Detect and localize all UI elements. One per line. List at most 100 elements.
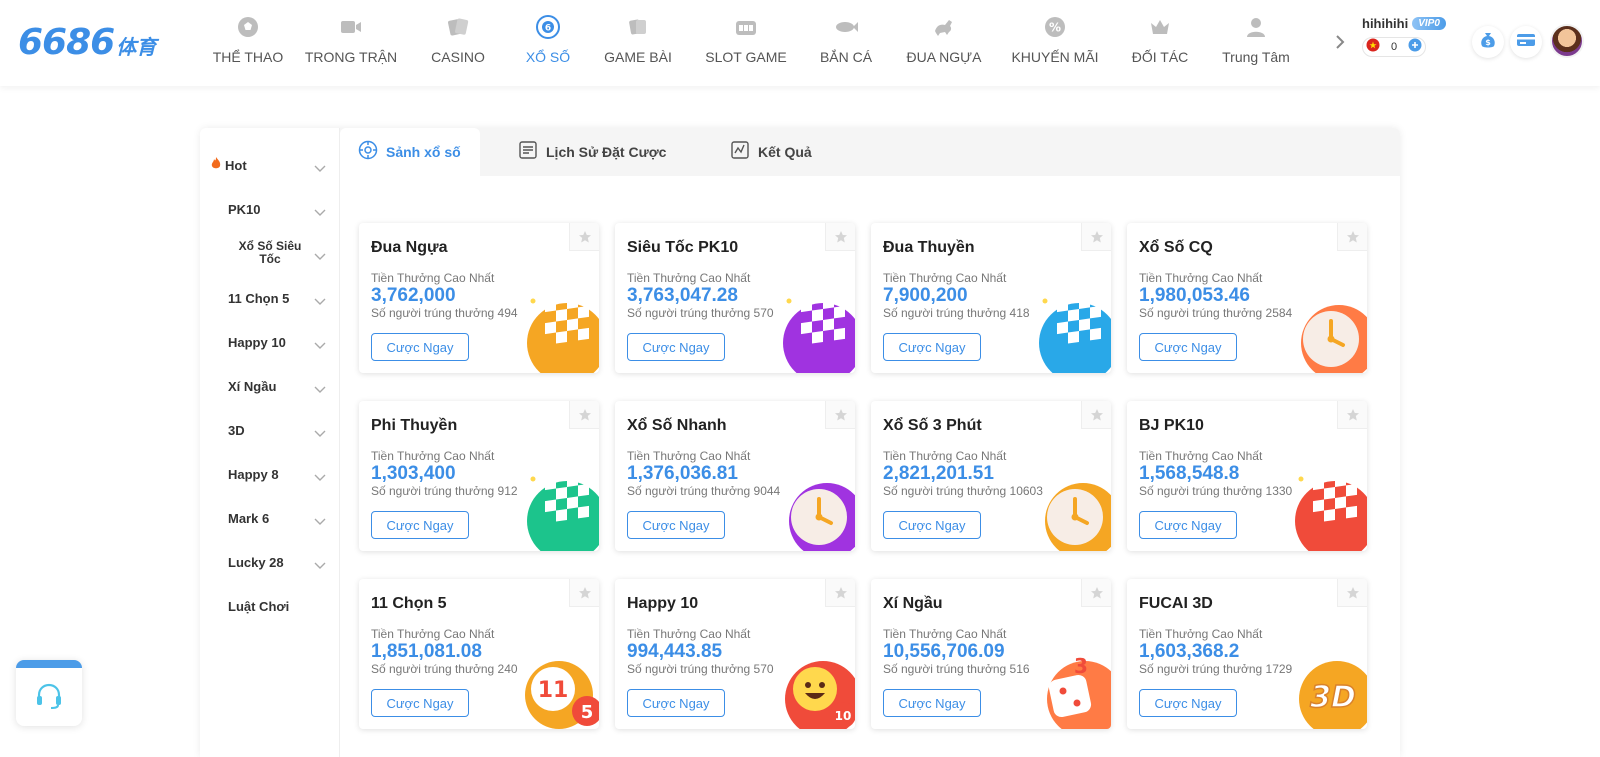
star-icon [1346, 586, 1359, 598]
favorite-star-button[interactable] [1337, 223, 1367, 251]
game-card[interactable]: 3D FUCAI 3D Tiền Thưởng Cao Nhất 1,603,368.… [1127, 579, 1367, 729]
sidebar-item-hot[interactable]: Hot [200, 145, 340, 185]
sidebar-item-11-chon-5[interactable]: 11 Chọn 5 [200, 278, 340, 318]
user-center-icon [1242, 13, 1270, 41]
chevron-down-icon [314, 469, 326, 487]
bet-now-button[interactable]: Cược Ngay [1139, 511, 1237, 539]
favorite-star-button[interactable] [1081, 223, 1111, 251]
prize-label: Tiền Thưởng Cao Nhất [883, 271, 1007, 285]
game-card[interactable]: Xổ Số Nhanh Tiền Thưởng Cao Nhất 1,376,036… [615, 401, 855, 551]
prize-label: Tiền Thưởng Cao Nhất [627, 271, 751, 285]
favorite-star-button[interactable] [825, 223, 855, 251]
slot-machine-icon [732, 13, 760, 41]
star-icon [578, 586, 591, 598]
tab-lich-su-dat-cuoc[interactable]: Lịch Sử Đặt Cược [518, 128, 688, 176]
nav-label: ĐUA NGỰA [906, 49, 982, 65]
tab-ket-qua[interactable]: Kết Quả [730, 128, 840, 176]
bet-now-button[interactable]: Cược Ngay [371, 511, 469, 539]
promo-percent-icon: % [1041, 13, 1069, 41]
sidebar-item-xo-so-sieu-toc[interactable]: Xổ Số Siêu Tốc [200, 233, 340, 273]
chevron-down-icon [314, 381, 326, 399]
winners-count: Số người trúng thưởng 1330 [1139, 484, 1293, 498]
prize-amount: 1,980,053.46 [1139, 285, 1250, 306]
tab-sanh-xo-so[interactable]: Sảnh xổ số [340, 128, 480, 176]
winners-count: Số người trúng thưởng 10603 [883, 484, 1043, 498]
nav-label: SLOT GAME [705, 49, 787, 65]
prize-label: Tiền Thưởng Cao Nhất [371, 271, 495, 285]
nav-item-doi-tac[interactable]: ĐỐI TÁC [1112, 0, 1208, 86]
category-sidebar: Hot PK10 Xổ Số Siêu Tốc 11 Chọn 5 Happy … [200, 128, 340, 757]
sidebar-item-lucky-28[interactable]: Lucky 28 [200, 542, 340, 582]
favorite-star-button[interactable] [569, 223, 599, 251]
sidebar-item-luat-choi[interactable]: Luật Chơi [200, 586, 340, 626]
user-avatar[interactable] [1550, 24, 1584, 58]
headset-icon [33, 680, 65, 717]
winners-count: Số người trúng thưởng 240 [371, 662, 518, 676]
customer-support-button[interactable] [16, 660, 82, 726]
nav-item-game-bai[interactable]: GAME BÀI [586, 0, 690, 86]
bet-now-button[interactable]: Cược Ngay [627, 689, 725, 717]
bet-now-button[interactable]: Cược Ngay [371, 333, 469, 361]
sidebar-item-happy-8[interactable]: Happy 8 [200, 454, 340, 494]
bet-now-button[interactable]: Cược Ngay [1139, 333, 1237, 361]
favorite-star-button[interactable] [825, 579, 855, 607]
favorite-star-button[interactable] [1337, 401, 1367, 429]
sidebar-item-mark-6[interactable]: Mark 6 [200, 498, 340, 538]
game-card[interactable]: 10 Happy 10 Tiền Thưởng Cao Nhất 994,443.85… [615, 579, 855, 729]
winners-count: Số người trúng thưởng 912 [371, 484, 518, 498]
nav-item-ban-ca[interactable]: BẮN CÁ [802, 0, 890, 86]
clock-icon [789, 483, 855, 551]
sidebar-item-label: Xổ Số Siêu Tốc [238, 239, 302, 266]
nav-item-dua-ngua[interactable]: ĐUA NGỰA [890, 0, 998, 86]
sidebar-item-3d[interactable]: 3D [200, 410, 340, 450]
sidebar-item-label: Mark 6 [228, 510, 270, 526]
favorite-star-button[interactable] [1337, 579, 1367, 607]
wallet-card-button[interactable] [1510, 26, 1542, 58]
game-card[interactable]: BJ PK10 Tiền Thưởng Cao Nhất 1,568,548.8 Số… [1127, 401, 1367, 551]
nav-item-trong-tran[interactable]: TRONG TRẬN [296, 0, 406, 86]
game-card[interactable]: Xổ Số 3 Phút Tiền Thưởng Cao Nhất 2,821,20… [871, 401, 1111, 551]
bet-now-button[interactable]: Cược Ngay [627, 511, 725, 539]
cards-icon [444, 13, 472, 41]
money-bag-button[interactable]: $ [1472, 26, 1504, 58]
plus-circle-icon[interactable] [1408, 38, 1422, 57]
nav-item-slot-game[interactable]: SLOT GAME [690, 0, 802, 86]
crown-icon [1146, 13, 1174, 41]
sidebar-item-happy-10[interactable]: Happy 10 [200, 322, 340, 362]
bet-now-button[interactable]: Cược Ngay [371, 689, 469, 717]
game-card[interactable]: 3 Xí Ngầu Tiền Thưởng Cao Nhất 10,556,706.0… [871, 579, 1111, 729]
nav-item-trung-tam[interactable]: Trung Tâm [1208, 0, 1304, 86]
favorite-star-button[interactable] [825, 401, 855, 429]
nav-item-the-thao[interactable]: THỂ THAO [200, 0, 296, 86]
chevron-right-icon[interactable] [1330, 30, 1350, 54]
nav-item-khuyen-mai[interactable]: % KHUYẾN MÃI [998, 0, 1112, 86]
favorite-star-button[interactable] [1081, 579, 1111, 607]
game-title: Xổ Số 3 Phút [883, 417, 982, 434]
site-logo[interactable]: 6686 体育 [18, 22, 156, 63]
prize-label: Tiền Thưởng Cao Nhất [627, 627, 751, 641]
game-card[interactable]: Phi Thuyền Tiền Thưởng Cao Nhất 1,303,400 S… [359, 401, 599, 551]
bet-now-button[interactable]: Cược Ngay [883, 689, 981, 717]
bet-now-button[interactable]: Cược Ngay [883, 511, 981, 539]
favorite-star-button[interactable] [1081, 401, 1111, 429]
favorite-star-button[interactable] [569, 401, 599, 429]
bet-now-button[interactable]: Cược Ngay [883, 333, 981, 361]
bet-now-button[interactable]: Cược Ngay [627, 333, 725, 361]
sidebar-item-xi-ngau[interactable]: Xí Ngầu [200, 366, 340, 406]
sidebar-item-pk10[interactable]: PK10 [200, 189, 340, 229]
game-card[interactable]: Xổ Số CQ Tiền Thưởng Cao Nhất 1,980,053.46… [1127, 223, 1367, 373]
game-card[interactable]: Đua Ngựa Tiền Thưởng Cao Nhất 3,762,000 Số … [359, 223, 599, 373]
game-card[interactable]: 11 5 11 Chọn 5 Tiền Thưởng Cao Nhất 1,851,08… [359, 579, 599, 729]
nav-label: BẮN CÁ [819, 49, 873, 65]
game-card[interactable]: Đua Thuyền Tiền Thưởng Cao Nhất 7,900,200 S… [871, 223, 1111, 373]
bet-now-button[interactable]: Cược Ngay [1139, 689, 1237, 717]
balance-pill[interactable]: 0 [1362, 37, 1426, 57]
prize-amount: 994,443.85 [627, 641, 723, 662]
nav-item-xo-so[interactable]: 6 XỔ SỐ [510, 0, 586, 86]
sidebar-item-label: Happy 8 [228, 466, 279, 482]
game-title: Phi Thuyền [371, 417, 458, 434]
game-card[interactable]: Siêu Tốc PK10 Tiền Thưởng Cao Nhất 3,763,0… [615, 223, 855, 373]
nav-item-casino[interactable]: CASINO [406, 0, 510, 86]
star-icon [834, 586, 847, 598]
favorite-star-button[interactable] [569, 579, 599, 607]
